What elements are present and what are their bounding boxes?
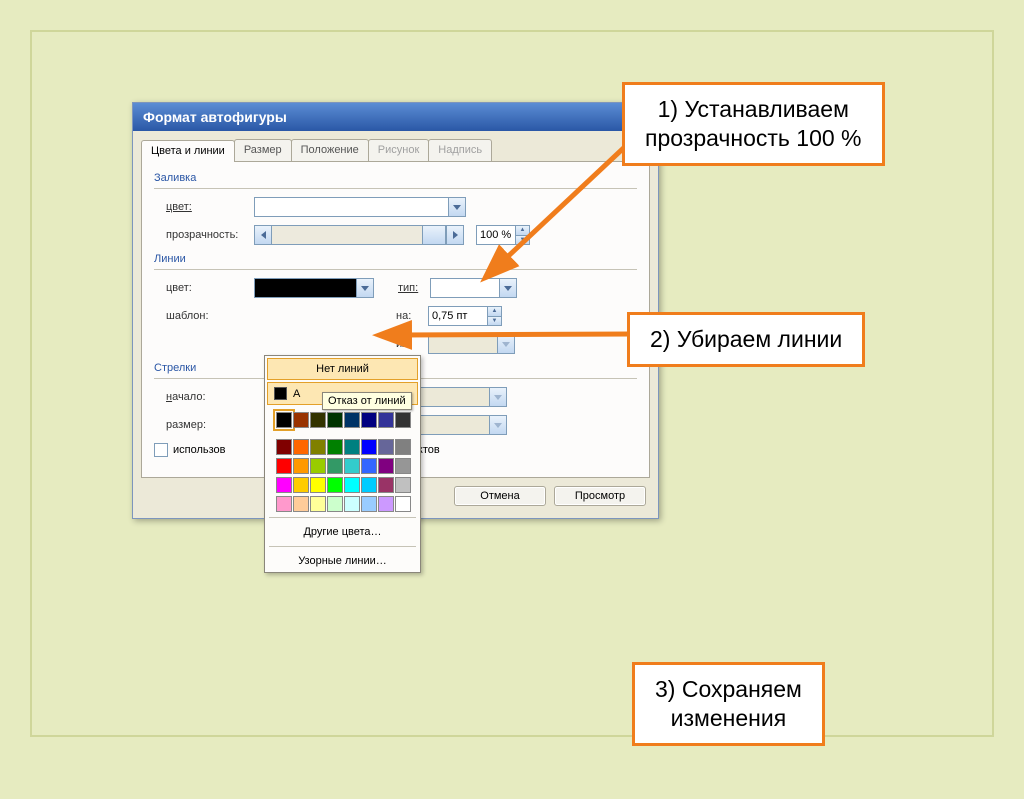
- callout-3: 3) Сохраняемизменения: [632, 662, 825, 746]
- callout-1: 1) Устанавливаемпрозрачность 100 %: [622, 82, 885, 166]
- callout-2: 2) Убираем линии: [627, 312, 865, 367]
- slide-frame: Формат автофигуры Цвета и линии Размер П…: [30, 30, 994, 737]
